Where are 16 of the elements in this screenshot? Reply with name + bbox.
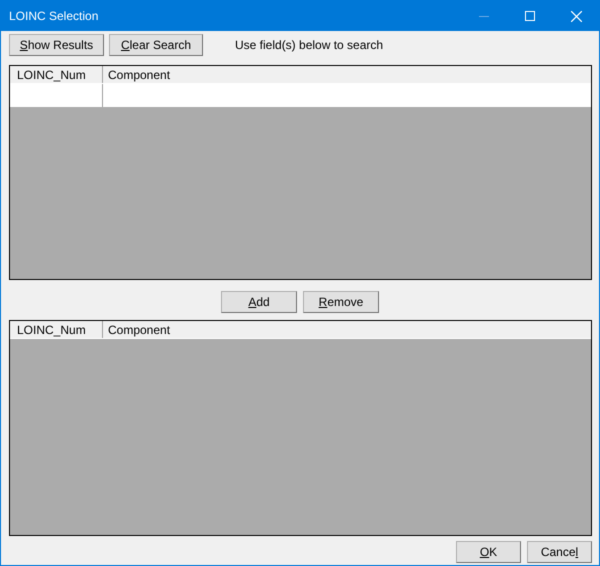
maximize-icon xyxy=(525,11,535,21)
cancel-button[interactable]: Cancel xyxy=(527,541,592,563)
show-results-button[interactable]: Show Results xyxy=(9,34,104,56)
add-button[interactable]: Add xyxy=(221,291,297,313)
column-header[interactable]: LOINC_Num xyxy=(10,66,103,83)
window-title: LOINC Selection xyxy=(9,9,100,23)
column-header[interactable]: Component xyxy=(103,66,591,83)
search-hint: Use field(s) below to search xyxy=(235,38,384,52)
ok-button[interactable]: OK xyxy=(456,541,521,563)
remove-button[interactable]: Remove xyxy=(303,291,379,313)
column-header[interactable]: LOINC_Num xyxy=(10,321,103,338)
close-icon xyxy=(570,10,582,22)
clear-search-button[interactable]: Clear Search xyxy=(109,34,203,56)
data-grid[interactable]: LOINC_Num Component xyxy=(9,65,592,280)
data-grid[interactable]: LOINC_Num Component xyxy=(9,320,592,536)
column-header[interactable]: Component xyxy=(103,321,591,338)
